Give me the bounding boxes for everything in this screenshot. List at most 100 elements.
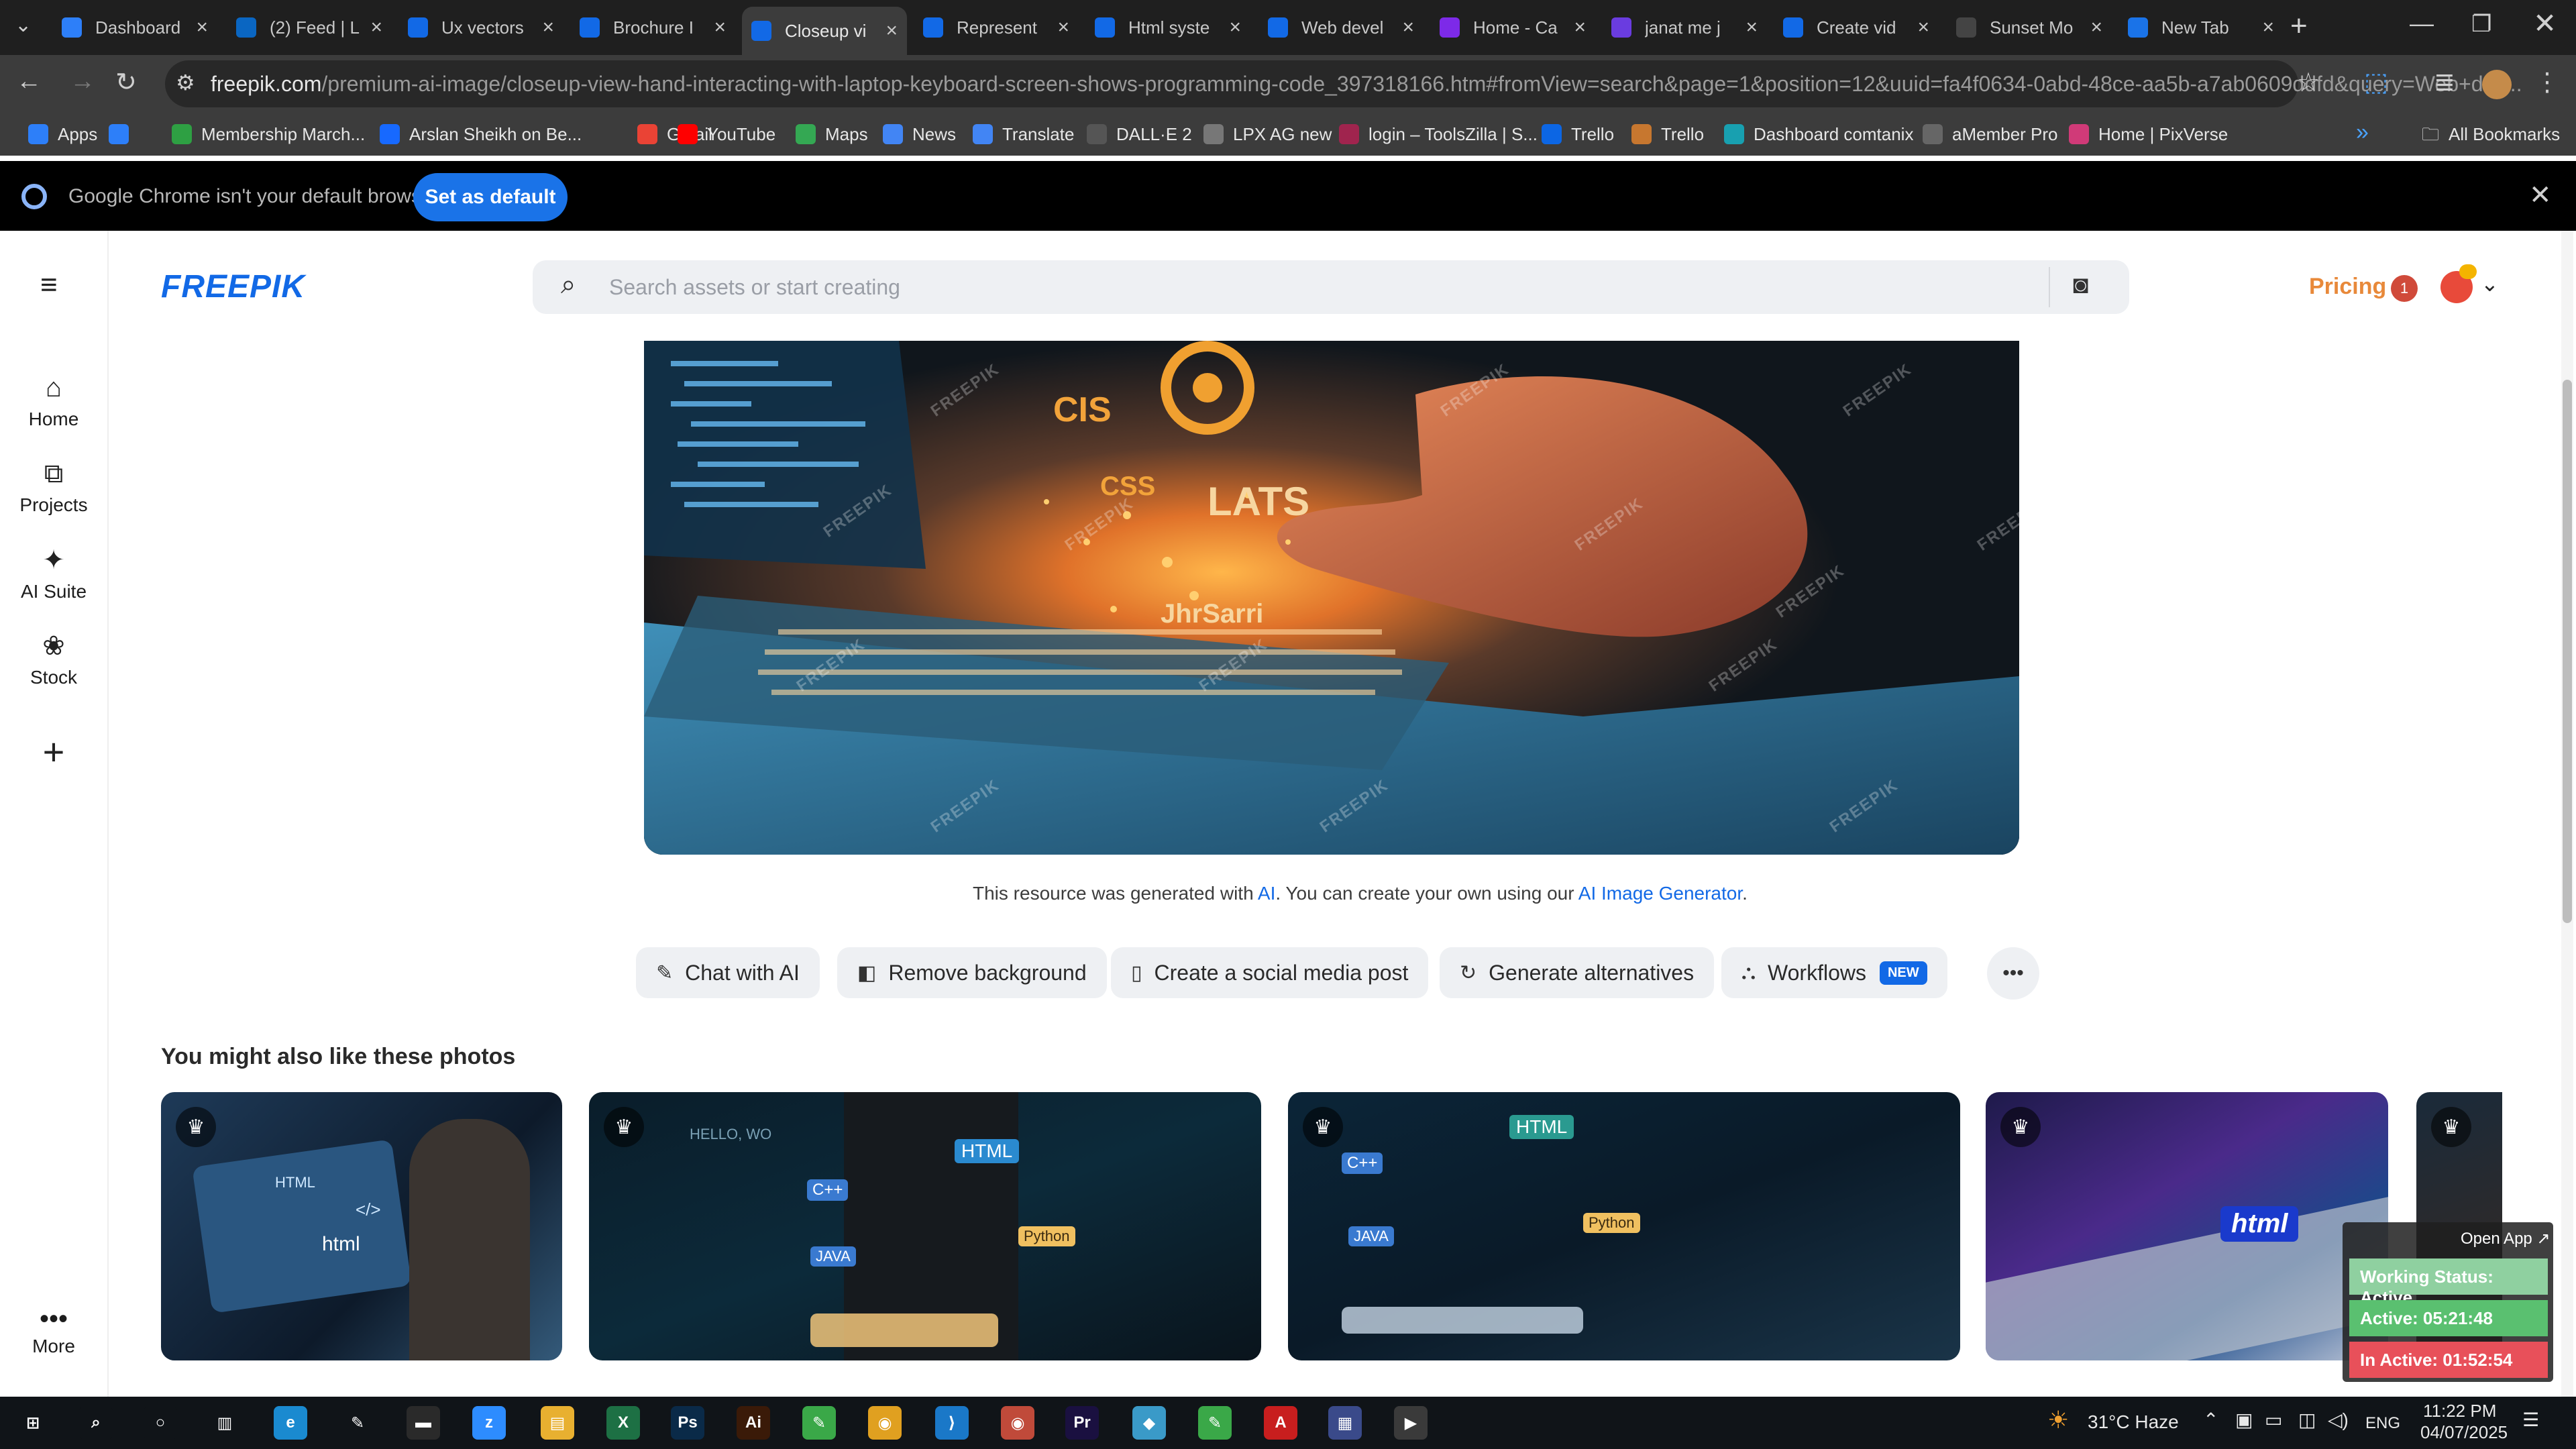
tab-close-icon[interactable]: × [714, 16, 726, 39]
illustrator-icon[interactable]: Ai [737, 1406, 770, 1440]
action-button[interactable]: ◧ Remove background [837, 947, 1107, 998]
open-app-link[interactable]: Open App ↗ [2461, 1229, 2551, 1248]
set-as-default-button[interactable]: Set as default [413, 173, 568, 221]
page-scrollbar-thumb[interactable] [2563, 380, 2572, 923]
tab-close-icon[interactable]: × [196, 16, 208, 39]
tab-close-icon[interactable]: × [2090, 16, 2102, 39]
bookmark-star-icon[interactable]: ☆ [2297, 67, 2320, 97]
close-window-button[interactable]: ✕ [2533, 7, 2557, 40]
chrome-icon[interactable]: ◉ [868, 1406, 902, 1440]
profile-avatar[interactable] [2482, 70, 2512, 99]
nav-item[interactable]: ⧉ Projects [0, 459, 107, 516]
bookmark-item[interactable]: Trello [1542, 122, 1614, 146]
action-button[interactable]: ✎ Chat with AI [636, 947, 820, 998]
bookmark-item[interactable] [109, 122, 138, 146]
tab-close-icon[interactable]: × [1746, 16, 1758, 39]
browser-tab[interactable]: Dashboard × [52, 7, 217, 48]
forward-icon[interactable]: → [70, 67, 95, 96]
pricing-link[interactable]: Pricing [2309, 274, 2386, 300]
tab-close-icon[interactable]: × [1917, 16, 1929, 39]
browser-tab[interactable]: Brochure I × [570, 7, 735, 48]
bookmark-item[interactable]: aMember Pro [1923, 122, 2058, 146]
file-explorer-icon[interactable]: ▤ [541, 1406, 574, 1440]
tab-close-icon[interactable]: × [1402, 16, 1414, 39]
infobar-close-icon[interactable]: ✕ [2529, 180, 2552, 211]
browser-tab[interactable]: Ux vectors × [398, 7, 564, 48]
browser-tab[interactable]: Html syste × [1085, 7, 1250, 48]
more-bookmarks-icon[interactable]: » [2356, 119, 2369, 146]
weather-text[interactable]: 31°C Haze [2088, 1411, 2179, 1433]
weather-icon[interactable]: ☀ [2047, 1406, 2069, 1434]
extensions-icon[interactable]: ⬚ [2364, 67, 2388, 97]
tab-close-icon[interactable]: × [542, 16, 554, 39]
bookmark-item[interactable]: login – ToolsZilla | S... [1339, 122, 1538, 146]
nav-item[interactable]: + [0, 730, 107, 779]
tray-language[interactable]: ENG [2365, 1414, 2400, 1433]
chrome-profile-icon[interactable]: ◉ [1001, 1406, 1034, 1440]
task-view-icon[interactable]: ▥ [208, 1406, 241, 1440]
action-button[interactable]: ↻ Generate alternatives [1440, 947, 1715, 998]
bookmark-item[interactable]: Arslan Sheikh on Be... [380, 122, 582, 146]
action-button[interactable]: ⛬ Workflows NEW [1721, 947, 1947, 998]
bookmark-item[interactable]: Translate [973, 122, 1074, 146]
hamburger-menu-icon[interactable]: ≡ [40, 268, 58, 302]
action-button[interactable]: ▯ Create a social media post [1111, 947, 1429, 998]
bookmark-item[interactable]: YouTube [678, 122, 775, 146]
site-info-icon[interactable]: ⚙ [176, 70, 195, 95]
all-bookmarks-folder[interactable]: 🗀 All Bookmarks [2422, 122, 2560, 152]
bookmark-item[interactable]: Maps [796, 122, 868, 146]
premiere-icon[interactable]: Pr [1065, 1406, 1099, 1440]
blue-app-icon[interactable]: ◆ [1132, 1406, 1166, 1440]
related-photo-4[interactable]: html ♛ [1986, 1092, 2388, 1360]
browser-tab[interactable]: Closeup vi × [742, 7, 907, 55]
cortana-icon[interactable]: ○ [144, 1406, 177, 1440]
terminal-icon[interactable]: ▬ [407, 1406, 440, 1440]
windows-start-icon[interactable]: ⊞ [16, 1406, 50, 1440]
tab-search-icon[interactable]: ⌄ [15, 13, 32, 37]
tray-date[interactable]: 04/07/2025 [2420, 1422, 2508, 1443]
nav-more[interactable]: ••• More [0, 1304, 107, 1357]
tab-close-icon[interactable]: × [1057, 16, 1069, 39]
notification-bell-icon[interactable]: 1 [2391, 275, 2418, 302]
nav-item[interactable]: ✦ AI Suite [0, 545, 107, 602]
zoom-icon[interactable]: z [472, 1406, 506, 1440]
photoshop-icon[interactable]: Ps [671, 1406, 704, 1440]
browser-tab[interactable]: (2) Feed | L × [227, 7, 392, 48]
tab-close-icon[interactable]: × [370, 16, 382, 39]
bookmark-item[interactable]: Membership March... [172, 122, 365, 146]
bookmark-item[interactable]: Home | PixVerse [2069, 122, 2228, 146]
browser-tab[interactable]: janat me j × [1602, 7, 1767, 48]
search-icon[interactable]: ⌕ [79, 1406, 113, 1440]
related-photo-1[interactable]: HTML </> html ♛ [161, 1092, 562, 1360]
freepik-logo[interactable]: FREEPIK [161, 268, 305, 305]
browser-tab[interactable]: Create vid × [1774, 7, 1939, 48]
more-actions-button[interactable]: ••• [1987, 947, 2039, 1000]
related-photo-2[interactable]: HELLO, WO HTML C++ JAVA Python ♛ [589, 1092, 1261, 1360]
tab-close-icon[interactable]: × [885, 19, 898, 42]
browser-tab[interactable]: Home - Ca × [1430, 7, 1595, 48]
url-text[interactable]: freepik.com/premium-ai-image/closeup-vie… [211, 72, 2522, 97]
camera-search-icon[interactable]: ◙ [2073, 271, 2088, 300]
calculator-icon[interactable]: ▦ [1328, 1406, 1362, 1440]
tab-close-icon[interactable]: × [1574, 16, 1586, 39]
bookmark-item[interactable]: News [883, 122, 956, 146]
reload-icon[interactable]: ↻ [115, 67, 137, 97]
restore-button[interactable]: ❐ [2471, 11, 2491, 38]
green-app-icon[interactable]: ✎ [802, 1406, 836, 1440]
browser-tab[interactable]: Represent × [914, 7, 1079, 48]
minimize-button[interactable]: — [2410, 9, 2434, 38]
bookmark-item[interactable]: Trello [1631, 122, 1704, 146]
tab-close-icon[interactable]: × [2262, 16, 2274, 39]
chrome-menu-icon[interactable]: ⋮ [2534, 67, 2560, 97]
edge-icon[interactable]: e [274, 1406, 307, 1440]
tray-volume-icon[interactable]: ◁) [2328, 1409, 2349, 1431]
green-app-icon[interactable]: ✎ [1198, 1406, 1232, 1440]
tray-camera-icon[interactable]: ▣ [2235, 1409, 2253, 1431]
back-icon[interactable]: ← [16, 67, 42, 96]
tray-display-icon[interactable]: ▭ [2265, 1409, 2282, 1431]
ai-link[interactable]: AI [1258, 883, 1275, 904]
search-input[interactable]: Search assets or start creating [609, 275, 900, 300]
tray-chevron-icon[interactable]: ⌃ [2203, 1409, 2218, 1431]
notifications-icon[interactable]: ☰ [2522, 1409, 2539, 1431]
acrobat-icon[interactable]: A [1264, 1406, 1297, 1440]
